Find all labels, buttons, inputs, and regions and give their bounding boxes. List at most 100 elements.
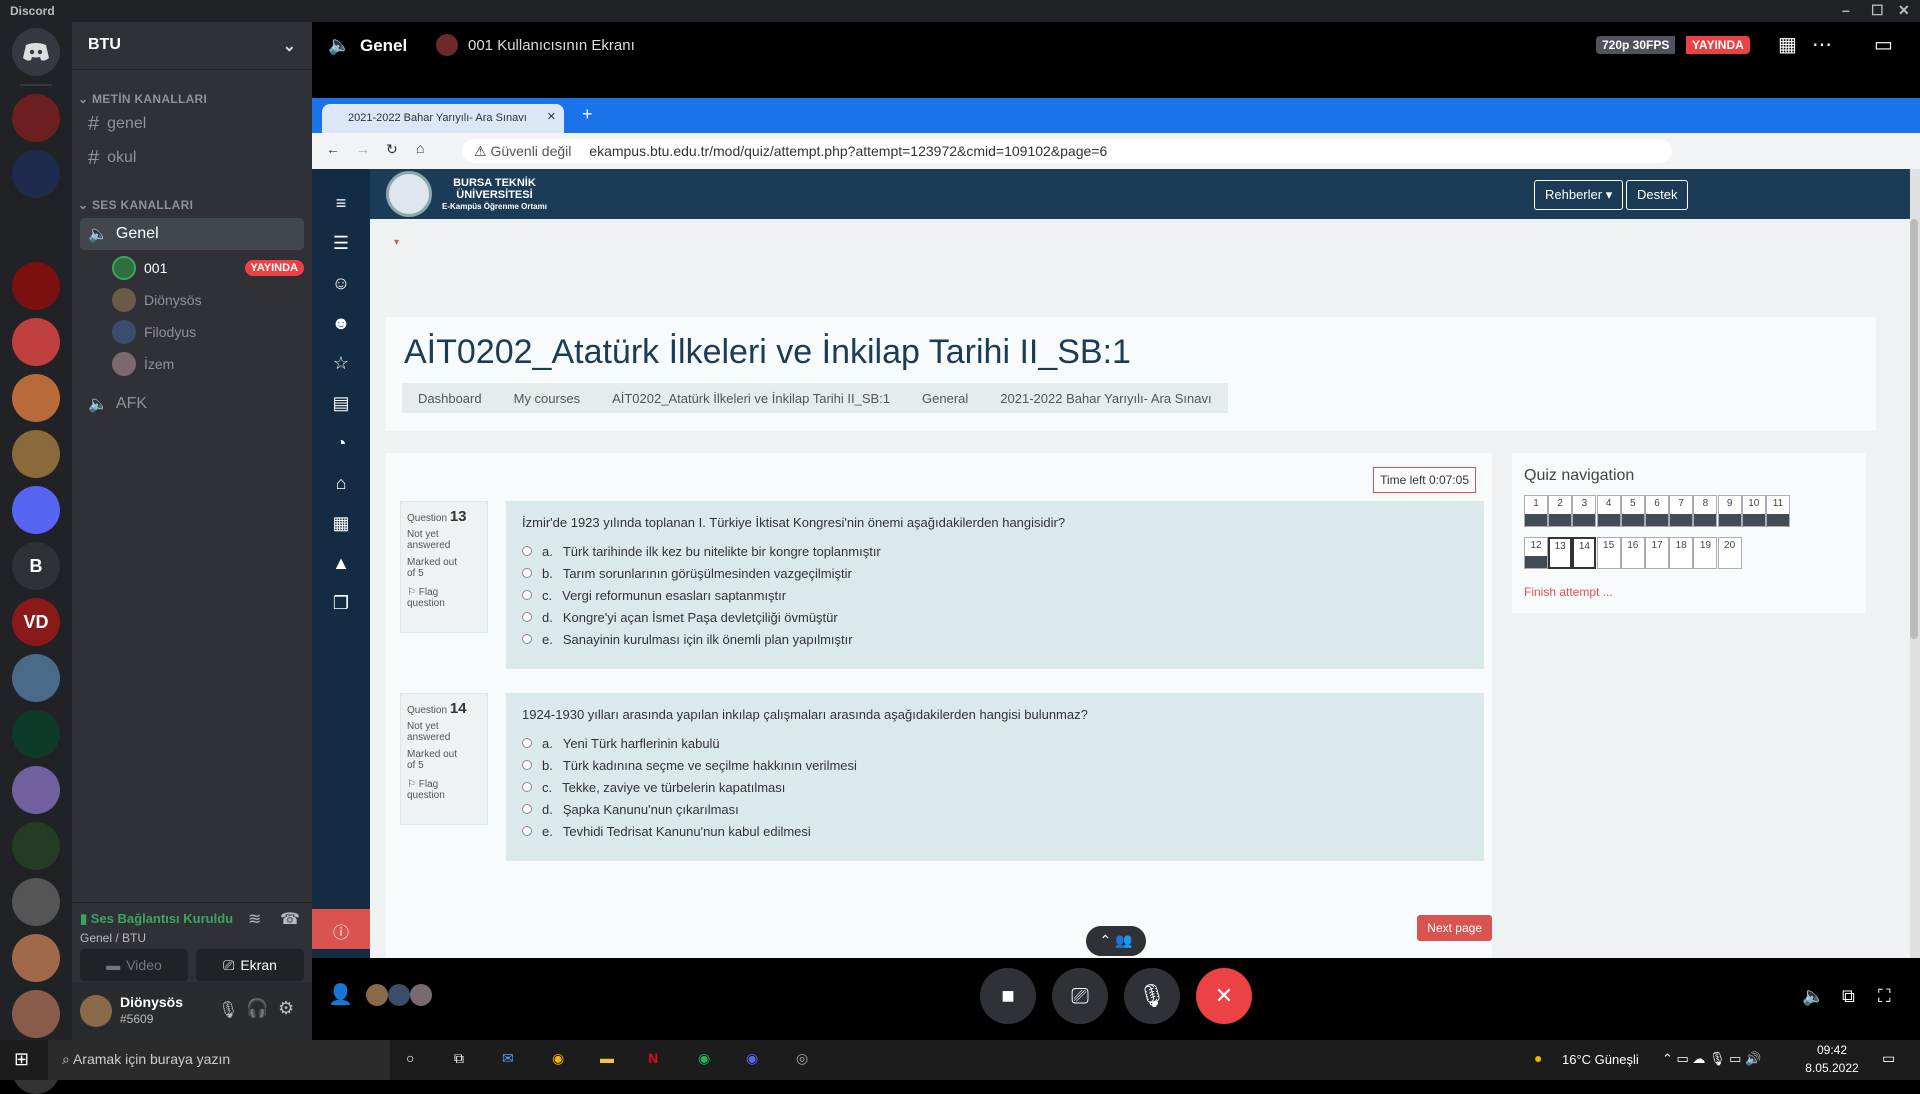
- users-icon[interactable]: ☺: [312, 263, 370, 303]
- answer-option[interactable]: e. Sanayinin kurulması için ilk önemli pl…: [522, 628, 1468, 650]
- quiz-nav-item[interactable]: 10: [1741, 495, 1766, 527]
- quiz-nav-item[interactable]: 19: [1693, 537, 1718, 569]
- flag-question[interactable]: ⚐ Flag question: [407, 587, 457, 609]
- quiz-nav-item[interactable]: 8: [1693, 495, 1718, 527]
- voice-user[interactable]: Diönysös: [112, 286, 304, 314]
- voice-channel-afk[interactable]: 🔈 AFK: [80, 388, 304, 420]
- radio-button[interactable]: [522, 760, 532, 770]
- breadcrumb-item[interactable]: My courses: [498, 391, 596, 406]
- quiz-nav-item[interactable]: 7: [1669, 495, 1694, 527]
- voice-user[interactable]: Filodyus: [112, 318, 304, 346]
- menu-icon[interactable]: ≡: [312, 183, 370, 223]
- breadcrumb-item[interactable]: AİT0202_Atatürk İlkeleri ve İnkilap Tari…: [596, 391, 906, 406]
- app-icon[interactable]: ◎: [796, 1050, 808, 1067]
- mail-icon[interactable]: ✉: [502, 1050, 514, 1067]
- clock-date[interactable]: 8.05.2022: [1800, 1061, 1864, 1075]
- radio-button[interactable]: [522, 738, 532, 748]
- microphone-icon[interactable]: 🎙: [218, 1000, 238, 1020]
- home-icon[interactable]: ⌂: [312, 463, 370, 503]
- server-icon[interactable]: [12, 990, 60, 1038]
- server-icon[interactable]: B: [12, 542, 60, 590]
- support-button[interactable]: Destek: [1626, 180, 1689, 210]
- participants-toggle[interactable]: ⌃ 👥: [1086, 926, 1146, 956]
- discord-icon[interactable]: ◉: [746, 1050, 758, 1067]
- home-icon[interactable]: ⌂: [416, 140, 424, 156]
- participant-avatars[interactable]: [366, 984, 432, 1006]
- files-icon[interactable]: ❐: [312, 583, 370, 623]
- quiz-nav-item[interactable]: 2: [1548, 495, 1573, 527]
- mute-button[interactable]: 🎙: [1124, 968, 1180, 1024]
- quiz-nav-item[interactable]: 17: [1645, 537, 1669, 569]
- flag-question[interactable]: ⚐ Flag question: [407, 779, 457, 801]
- server-icon[interactable]: [12, 262, 60, 310]
- server-icon[interactable]: [12, 710, 60, 758]
- maximize-icon[interactable]: ☐: [1871, 2, 1884, 19]
- close-icon[interactable]: ✕: [1898, 2, 1910, 19]
- person-icon[interactable]: ☻: [312, 303, 370, 343]
- screen-share-button[interactable]: ⎚ Ekran: [196, 949, 304, 981]
- channel-genel[interactable]: # genel: [80, 108, 304, 140]
- server-icon[interactable]: [12, 430, 60, 478]
- answer-option[interactable]: b. Tarım sorunlarının görüşülmesinden vaz…: [522, 562, 1468, 584]
- quiz-nav-item[interactable]: 14: [1572, 537, 1597, 569]
- radio-button[interactable]: [522, 590, 532, 600]
- task-view-icon[interactable]: ⧉: [454, 1050, 464, 1067]
- popout-icon[interactable]: ⧉: [1842, 986, 1855, 1007]
- voice-user[interactable]: 001 YAYINDA: [112, 254, 304, 282]
- quiz-nav-item[interactable]: 15: [1596, 537, 1621, 569]
- gear-icon[interactable]: ⚙: [278, 998, 294, 1019]
- channel-okul[interactable]: # okul: [80, 142, 304, 174]
- server-icon[interactable]: [12, 94, 60, 142]
- taskbar-search[interactable]: ⌕ Aramak için buraya yazın: [48, 1040, 390, 1080]
- graduation-icon[interactable]: ▲: [312, 543, 370, 583]
- add-user-icon[interactable]: 👤: [328, 982, 353, 1007]
- volume-icon[interactable]: 🔈: [1802, 986, 1824, 1007]
- voice-user[interactable]: İzem: [112, 350, 304, 378]
- stream-video[interactable]: 2021-2022 Bahar Yarıyılı- Ara Sınavı ✕ + …: [312, 70, 1920, 958]
- chevron-down-icon[interactable]: ⌄: [283, 36, 296, 56]
- finish-attempt-link[interactable]: Finish attempt ...: [1524, 585, 1613, 599]
- server-icon[interactable]: [12, 206, 60, 254]
- answer-option[interactable]: a. Türk tarihinde ilk kez bu nitelikte bi…: [522, 540, 1468, 562]
- server-icon[interactable]: [12, 934, 60, 982]
- quiz-nav-item[interactable]: 3: [1572, 495, 1597, 527]
- book-icon[interactable]: ▤: [312, 383, 370, 423]
- server-icon[interactable]: VD: [12, 598, 60, 646]
- voice-channel-genel[interactable]: 🔈 Genel: [80, 218, 304, 250]
- university-logo[interactable]: [386, 171, 432, 217]
- back-icon[interactable]: ←: [326, 141, 340, 157]
- server-icon[interactable]: [12, 654, 60, 702]
- forward-icon[interactable]: →: [356, 141, 370, 157]
- list-icon[interactable]: ☰: [312, 223, 370, 263]
- breadcrumb-item[interactable]: 2021-2022 Bahar Yarıyılı- Ara Sınavı: [984, 391, 1227, 406]
- calendar-icon[interactable]: ▦: [312, 503, 370, 543]
- guild-header[interactable]: BTU ⌄: [72, 22, 312, 70]
- headphones-icon[interactable]: 🎧: [246, 998, 268, 1019]
- noise-suppression-icon[interactable]: ≋: [248, 909, 261, 929]
- answer-option[interactable]: c. Vergi reformunun esasları saptanmıştır: [522, 584, 1468, 606]
- quiz-nav-item[interactable]: 1: [1524, 495, 1548, 527]
- radio-button[interactable]: [522, 826, 532, 836]
- star-icon[interactable]: ☆: [312, 343, 370, 383]
- new-tab-icon[interactable]: +: [582, 104, 593, 125]
- quiz-nav-item[interactable]: 11: [1766, 495, 1790, 527]
- radio-button[interactable]: [522, 568, 532, 578]
- server-icon[interactable]: [12, 766, 60, 814]
- category-text[interactable]: ⌄ METİN KANALLARI: [78, 92, 207, 106]
- popout-icon[interactable]: ▭: [1874, 32, 1893, 57]
- radio-button[interactable]: [522, 804, 532, 814]
- avatar[interactable]: [80, 995, 112, 1027]
- discord-home-icon[interactable]: [12, 28, 60, 76]
- weather-icon[interactable]: ●: [1534, 1050, 1542, 1066]
- radio-button[interactable]: [522, 546, 532, 556]
- caret-icon[interactable]: ▾: [394, 237, 399, 248]
- weather-text[interactable]: 16°C Güneşli: [1562, 1052, 1639, 1067]
- server-icon[interactable]: [12, 486, 60, 534]
- quiz-nav-item[interactable]: 18: [1669, 537, 1694, 569]
- connection-status[interactable]: ▮ Ses Bağlantısı Kuruldu: [80, 911, 233, 927]
- radio-button[interactable]: [522, 782, 532, 792]
- quiz-nav-item[interactable]: 4: [1596, 495, 1621, 527]
- radio-button[interactable]: [522, 634, 532, 644]
- quiz-nav-item[interactable]: 16: [1620, 537, 1645, 569]
- connection-location[interactable]: Genel / BTU: [80, 931, 146, 945]
